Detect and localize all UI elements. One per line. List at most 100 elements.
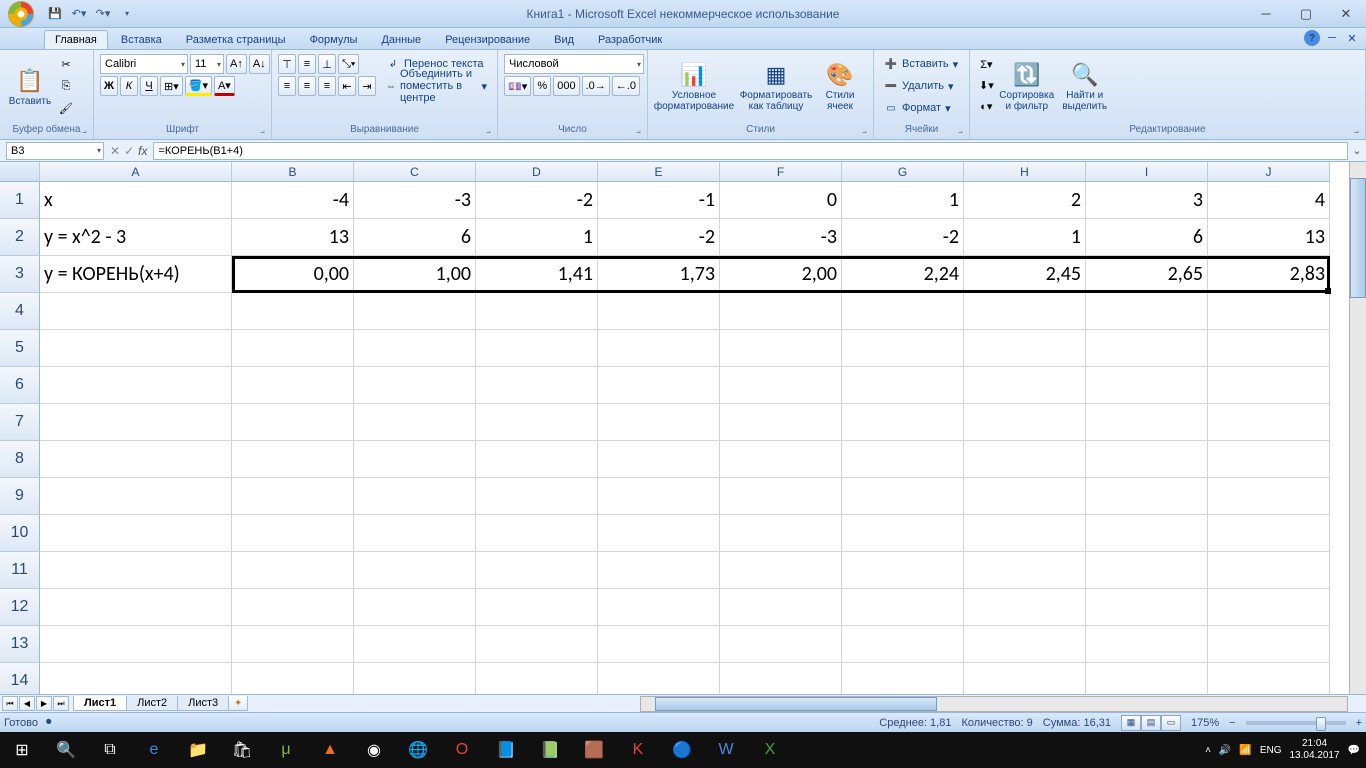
cell-J8[interactable]	[1208, 441, 1330, 478]
row-header-2[interactable]: 2	[0, 219, 40, 256]
row-header-3[interactable]: 3	[0, 256, 40, 293]
cell-C8[interactable]	[354, 441, 476, 478]
cell-F3[interactable]: 2,00	[720, 256, 842, 293]
row-header-8[interactable]: 8	[0, 441, 40, 478]
font-size-combo[interactable]: 11	[190, 54, 224, 74]
cell-B9[interactable]	[232, 478, 354, 515]
cell-F2[interactable]: -3	[720, 219, 842, 256]
cell-G13[interactable]	[842, 626, 964, 663]
cell-A11[interactable]	[40, 552, 232, 589]
redo-icon[interactable]: ↷▾	[94, 5, 112, 23]
cell-H10[interactable]	[964, 515, 1086, 552]
format-painter-icon[interactable]: 🖌	[56, 98, 76, 118]
vertical-scrollbar[interactable]	[1349, 162, 1366, 694]
decrease-decimal-icon[interactable]: ←.0	[612, 76, 640, 96]
fill-color-icon[interactable]: 🪣▾	[185, 76, 212, 96]
border-icon[interactable]: ⊞▾	[160, 76, 183, 96]
volume-icon[interactable]: 🔊	[1219, 745, 1231, 756]
cell-A10[interactable]	[40, 515, 232, 552]
app-icon-3[interactable]: 🟫	[572, 732, 616, 768]
cell-H1[interactable]: 2	[964, 182, 1086, 219]
cell-A7[interactable]	[40, 404, 232, 441]
cell-styles-button[interactable]: 🎨Стили ячеек	[818, 54, 862, 120]
increase-font-icon[interactable]: A↑	[226, 54, 247, 74]
cell-C5[interactable]	[354, 330, 476, 367]
cell-H9[interactable]	[964, 478, 1086, 515]
cell-E8[interactable]	[598, 441, 720, 478]
cell-J12[interactable]	[1208, 589, 1330, 626]
cell-C11[interactable]	[354, 552, 476, 589]
col-header-F[interactable]: F	[720, 162, 842, 182]
notifications-icon[interactable]: 💬	[1348, 745, 1360, 756]
cell-J13[interactable]	[1208, 626, 1330, 663]
cell-B11[interactable]	[232, 552, 354, 589]
cell-B1[interactable]: -4	[232, 182, 354, 219]
cell-D6[interactable]	[476, 367, 598, 404]
cell-D12[interactable]	[476, 589, 598, 626]
cell-E3[interactable]: 1,73	[598, 256, 720, 293]
cell-D1[interactable]: -2	[476, 182, 598, 219]
format-table-button[interactable]: ▦Форматировать как таблицу	[736, 54, 816, 120]
task-view-icon[interactable]: ⧉	[88, 732, 132, 768]
cell-G9[interactable]	[842, 478, 964, 515]
cell-G2[interactable]: -2	[842, 219, 964, 256]
cell-D7[interactable]	[476, 404, 598, 441]
cell-F10[interactable]	[720, 515, 842, 552]
row-header-5[interactable]: 5	[0, 330, 40, 367]
cell-A8[interactable]	[40, 441, 232, 478]
cell-J6[interactable]	[1208, 367, 1330, 404]
cell-B2[interactable]: 13	[232, 219, 354, 256]
copy-icon[interactable]: ⎘	[56, 76, 76, 96]
view-normal-icon[interactable]: ▦	[1121, 715, 1141, 731]
sheet-last-icon[interactable]: ⏭	[53, 696, 69, 711]
cell-C10[interactable]	[354, 515, 476, 552]
cell-E14[interactable]	[598, 663, 720, 694]
cell-C7[interactable]	[354, 404, 476, 441]
office-button[interactable]	[0, 0, 42, 28]
scroll-thumb[interactable]	[1350, 178, 1366, 298]
cell-I8[interactable]	[1086, 441, 1208, 478]
explorer-icon[interactable]: 📁	[176, 732, 220, 768]
cell-G14[interactable]	[842, 663, 964, 694]
col-header-G[interactable]: G	[842, 162, 964, 182]
tab-view[interactable]: Вид	[543, 30, 585, 49]
cell-A14[interactable]	[40, 663, 232, 694]
sheet-next-icon[interactable]: ▶	[36, 696, 52, 711]
undo-icon[interactable]: ↶▾	[70, 5, 88, 23]
taskbar-clock[interactable]: 21:04 13.04.2017	[1289, 738, 1339, 762]
cell-B12[interactable]	[232, 589, 354, 626]
find-select-button[interactable]: 🔍Найти и выделить	[1057, 54, 1113, 120]
select-all-corner[interactable]	[0, 162, 40, 182]
sheet-first-icon[interactable]: ⏮	[2, 696, 18, 711]
cell-I14[interactable]	[1086, 663, 1208, 694]
cell-I2[interactable]: 6	[1086, 219, 1208, 256]
cell-H8[interactable]	[964, 441, 1086, 478]
cell-A1[interactable]: x	[40, 182, 232, 219]
zoom-slider[interactable]	[1246, 721, 1346, 725]
tab-data[interactable]: Данные	[370, 30, 432, 49]
row-header-10[interactable]: 10	[0, 515, 40, 552]
cell-E12[interactable]	[598, 589, 720, 626]
qat-customize-icon[interactable]: ▾	[118, 5, 136, 23]
cell-C6[interactable]	[354, 367, 476, 404]
network-icon[interactable]: 📶	[1239, 745, 1251, 756]
cell-E13[interactable]	[598, 626, 720, 663]
align-right-icon[interactable]: ≡	[318, 76, 336, 96]
col-header-B[interactable]: B	[232, 162, 354, 182]
vlc-icon[interactable]: ▲	[308, 732, 352, 768]
utorrent-icon[interactable]: μ	[264, 732, 308, 768]
cell-B13[interactable]	[232, 626, 354, 663]
tab-page-layout[interactable]: Разметка страницы	[175, 30, 297, 49]
sheet-tab-1[interactable]: Лист1	[73, 696, 127, 711]
cell-F9[interactable]	[720, 478, 842, 515]
cell-I4[interactable]	[1086, 293, 1208, 330]
cell-A13[interactable]	[40, 626, 232, 663]
currency-icon[interactable]: 💷▾	[504, 76, 531, 96]
cell-D13[interactable]	[476, 626, 598, 663]
decrease-indent-icon[interactable]: ⇤	[338, 76, 356, 96]
cell-F7[interactable]	[720, 404, 842, 441]
steam-icon[interactable]: ◉	[352, 732, 396, 768]
orientation-icon[interactable]: ⤡▾	[338, 54, 359, 74]
excel-icon[interactable]: X	[748, 732, 792, 768]
close-button[interactable]: ✕	[1326, 4, 1366, 24]
